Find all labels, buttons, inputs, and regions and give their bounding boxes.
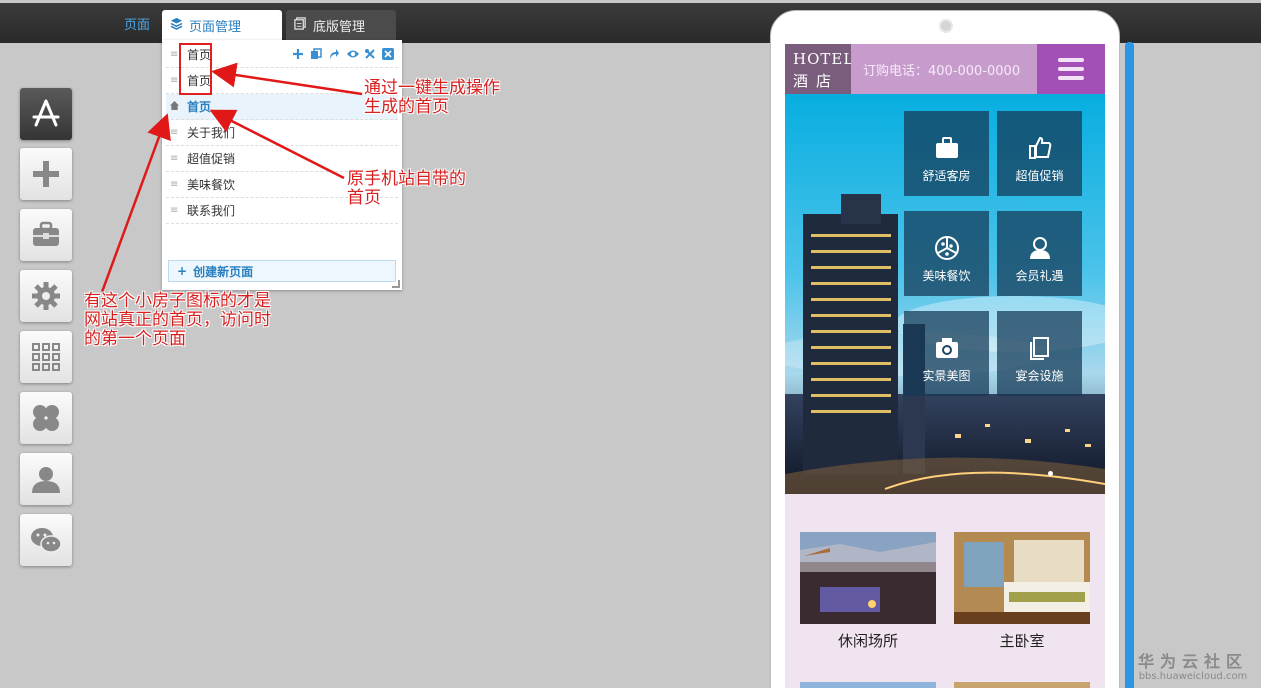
watermark: 华为云社区 bbs.huaweicloud.com [1138,652,1249,682]
preview-scrollbar[interactable] [1125,42,1134,688]
add-page-icon[interactable] [292,48,304,60]
tab-page-management[interactable]: 页面管理 [162,10,282,40]
page-item-label: 关于我们 [187,126,236,140]
tile-label: 美味餐饮 [922,269,971,283]
tile-photo-gallery[interactable]: 实景美图 [904,311,989,396]
slider-dot[interactable] [1048,471,1053,476]
hotel-banner: 舒适客房 超值促销 美味餐饮 会员礼遇 实景美图 宴会设施 [785,94,1105,494]
thumb-caption: 主卧室 [999,632,1045,650]
tile-label: 舒适客房 [922,169,971,183]
booking-phone-strip: 订购电话：400-000-0000 [851,44,1037,94]
grid-icon [32,343,60,371]
plus-icon [33,161,59,187]
phone-preview-frame: HOTEL 酒店 订购电话：400-000-0000 舒适客房 超值促销 美味餐… [770,10,1120,688]
tile-label: 实景美图 [922,369,971,383]
plus-icon: + [177,264,188,278]
copy-page-icon[interactable] [310,48,322,60]
tile-label: 超值促销 [1015,169,1064,183]
page-item-label: 美味餐饮 [187,178,236,192]
thumb-caption: 休闲场所 [837,632,898,650]
layers-icon [170,17,183,30]
annotation-generated-homepage: 通过一键生成操作 生成的首页 [364,78,500,117]
app-store-icon [32,99,60,127]
drag-handle-icon[interactable]: ≡ [170,75,178,86]
resize-handle[interactable] [392,280,400,288]
tile-dining[interactable]: 美味餐饮 [904,211,989,296]
hotel-logo: HOTEL 酒店 [785,44,853,94]
annotation-real-homepage: 有这个小房子图标的才是 网站真正的首页，访问时 的第一个页面 [84,291,271,349]
booking-phone-text: 订购电话：400-000-0000 [863,63,1021,79]
document-icon [1029,337,1049,360]
preview-eye-icon[interactable] [346,48,359,60]
page-item-label: 首页 [187,100,212,114]
delete-icon[interactable] [382,48,394,60]
annotation-highlight-box [179,43,212,95]
member-button[interactable] [20,453,72,505]
page-item-label: 超值促销 [187,152,236,166]
page-item-label: 联系我们 [187,204,236,218]
bedroom-photo [954,532,1090,624]
plugins-button[interactable] [20,392,72,444]
home-icon [170,100,179,113]
toolbox-icon [33,221,59,246]
suitcase-icon [935,137,958,158]
app-store-button[interactable] [20,88,72,140]
page-item-actions [292,48,394,60]
settings-button[interactable] [20,270,72,322]
tile-label: 会员礼遇 [1015,269,1064,283]
wechat-button[interactable] [20,514,72,566]
thumb-partial[interactable] [800,682,936,688]
copy-icon [294,17,307,30]
user-icon [32,467,60,493]
thumb-leisure[interactable] [800,532,936,624]
pizza-icon [934,236,959,260]
share-icon[interactable] [328,48,340,60]
annotation-original-homepage: 原手机站自带的 首页 [347,169,466,208]
page-nav-link[interactable]: 页面 [124,14,150,33]
thumb-partial[interactable] [954,682,1090,688]
create-page-label: 创建新页面 [193,264,254,279]
page-item[interactable]: ≡ 关于我们 [166,120,398,146]
tile-value-promotion[interactable]: 超值促销 [997,111,1082,196]
grid-button[interactable] [20,331,72,383]
hamburger-menu-icon [1058,58,1084,80]
thumbs-up-icon [1028,136,1051,159]
member-icon [1029,237,1050,259]
tab-label: 页面管理 [189,20,242,35]
drag-handle-icon[interactable]: ≡ [170,127,178,138]
add-button[interactable] [20,148,72,200]
drag-handle-icon[interactable]: ≡ [170,179,178,190]
tile-comfortable-rooms[interactable]: 舒适客房 [904,111,989,196]
thumb-master-bedroom[interactable] [954,532,1090,624]
tile-label: 宴会设施 [1015,369,1064,383]
tab-template-management[interactable]: 底版管理 [286,10,396,40]
tab-label: 底版管理 [313,20,366,35]
phone-screen: HOTEL 酒店 订购电话：400-000-0000 舒适客房 超值促销 美味餐… [785,44,1105,688]
tools-icon[interactable] [364,48,376,60]
drag-handle-icon[interactable]: ≡ [170,205,178,216]
tile-banquet-facilities[interactable]: 宴会设施 [997,311,1082,396]
camera-icon [935,338,958,358]
drag-handle-icon[interactable]: ≡ [170,153,178,164]
phone-menu-button[interactable] [1037,44,1105,94]
tile-member-benefits[interactable]: 会员礼遇 [997,211,1082,296]
toolbox-button[interactable] [20,209,72,261]
clover-icon [33,405,59,431]
gear-icon [32,282,60,310]
drag-handle-icon[interactable]: ≡ [170,49,178,60]
wechat-icon [31,528,62,553]
leisure-photo [800,532,936,624]
create-page-button[interactable]: + 创建新页面 [168,260,396,282]
phone-camera [939,19,953,33]
arrow-house [100,113,171,293]
